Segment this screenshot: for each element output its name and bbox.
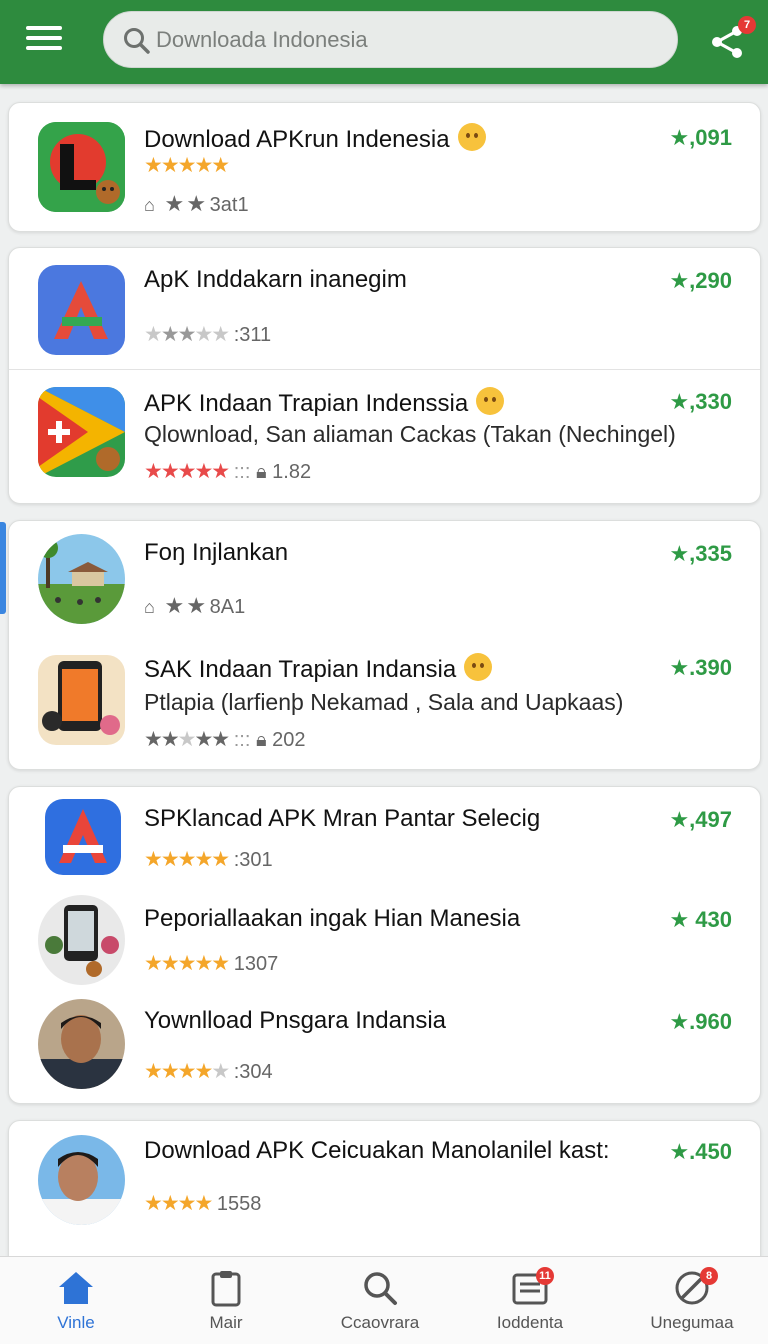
search-icon <box>124 28 150 54</box>
nav-label: Mair <box>209 1313 243 1332</box>
star-rating: ★★★★★ <box>144 952 230 975</box>
app-meta: 1.82 <box>272 461 312 483</box>
app-title: Foŋ Injlankan <box>144 539 289 566</box>
star-rating: ★★★★★ <box>144 728 230 751</box>
app-title: ApK Inddakarn inanegim <box>144 266 407 293</box>
app-meta: 8A1 <box>209 596 246 618</box>
star-rating: ★★★★★ <box>144 323 230 346</box>
search-icon <box>364 1272 397 1305</box>
app-rating: ★,091 <box>669 125 732 150</box>
star-rating: ★ ★ <box>160 593 207 618</box>
lock-icon: 🔒︎ <box>255 729 267 751</box>
app-rating: ★,335 <box>669 541 732 566</box>
app-subtitle: Ptlapia (larfienþ Nekamad , Sala and Uap… <box>144 689 624 715</box>
search-placeholder: Downloada Indonesia <box>156 27 368 52</box>
stats-icon: ⌂ <box>144 195 155 215</box>
app-card: SPKlancad APK Mran Pantar Selecig ★,497 … <box>8 786 761 1104</box>
app-meta: :311 <box>233 324 272 346</box>
app-card: Foŋ Injlankan ★,335 ⌂ ★ ★ 8A1 SAK Indaan… <box>8 520 761 770</box>
app-subtitle: Qlownload, San aliaman Cackas (Takan (Ne… <box>144 421 676 447</box>
app-list-item[interactable]: Yownlload Pnsgara Indansia ★.960 ★★★★★ :… <box>9 987 760 1105</box>
app-logo-icon <box>38 895 125 985</box>
nav-inbox[interactable]: 11 Ioddenta <box>460 1257 600 1344</box>
app-list-item[interactable]: Download APKrun Indenesia ★,091 ★★★★★ ⌂ … <box>9 103 760 233</box>
nav-explore[interactable]: 8 Unegumaa <box>622 1257 762 1344</box>
selected-indicator <box>0 522 6 614</box>
app-logo-icon <box>45 799 121 875</box>
app-list-item[interactable]: APK Indaan Trapian Indenssia ★,330 Qlown… <box>9 369 760 505</box>
nav-home[interactable]: Vinle <box>6 1257 146 1344</box>
star-rating: ★★★★★ <box>144 1060 230 1083</box>
app-card: Download APKrun Indenesia ★,091 ★★★★★ ⌂ … <box>8 102 761 232</box>
star-rating: ★★★★★ <box>144 154 230 177</box>
notification-badge: 7 <box>738 16 756 34</box>
app-title: Peporiallaakan ingak Hian Manesia <box>144 905 521 932</box>
app-logo-icon <box>38 387 125 477</box>
app-photo-icon <box>38 999 125 1089</box>
app-title: SAK Indaan Trapian Indansia <box>144 656 457 683</box>
app-rating: ★.450 <box>669 1139 732 1164</box>
app-meta: 3at1 <box>209 194 249 216</box>
nav-label: Ccaovrara <box>340 1313 420 1332</box>
app-rating: ★,290 <box>669 268 732 293</box>
star-rating: ★ ★ <box>160 191 207 216</box>
app-meta: 1307 <box>233 953 279 975</box>
bottom-navigation: Vinle Mair Ccaovrara 11 Ioddenta 8 Unegu… <box>0 1256 768 1344</box>
notification-badge: 8 <box>700 1267 718 1285</box>
app-rating: ★.960 <box>669 1009 732 1034</box>
app-title: SPKlancad APK Mran Pantar Selecig <box>144 805 541 832</box>
app-list-item[interactable]: Download APK Ceicuakan Manolanilel kast:… <box>9 1121 760 1241</box>
app-photo-icon <box>38 534 125 624</box>
nav-label: Ioddenta <box>496 1313 564 1332</box>
app-rating: ★ 430 <box>669 907 732 932</box>
nav-search[interactable]: Ccaovrara <box>310 1257 450 1344</box>
notification-badge: 11 <box>536 1267 554 1285</box>
app-meta: 202 <box>272 729 306 751</box>
star-rating: ★★★★★ <box>144 460 230 483</box>
smile-emoji-icon <box>457 123 486 151</box>
app-meta: :304 <box>233 1061 273 1083</box>
app-rating: ★,330 <box>669 389 732 414</box>
lock-icon: 🔒︎ <box>255 461 267 483</box>
app-list-item[interactable]: Peporiallaakan ingak Hian Manesia ★ 430 … <box>9 887 760 987</box>
search-input[interactable]: Downloada Indonesia <box>103 11 678 68</box>
app-card: ApK Inddakarn inanegim ★,290 ★★★★★ :311 … <box>8 247 761 504</box>
stats-icon: ⌂ <box>144 597 155 617</box>
nav-label: Vinle <box>57 1313 95 1332</box>
star-rating: ★★★★ <box>144 1192 213 1215</box>
app-title: Download APKrun Indenesia <box>144 126 450 153</box>
nav-label: Unegumaa <box>650 1313 734 1332</box>
app-meta: :301 <box>233 849 273 871</box>
smile-emoji-icon <box>464 653 493 681</box>
app-title: Download APK Ceicuakan Manolanilel kast: <box>144 1137 610 1164</box>
app-photo-icon <box>38 1135 125 1225</box>
app-rating: ★,497 <box>669 807 732 832</box>
app-meta: 1558 <box>216 1193 262 1215</box>
app-list-item[interactable]: SAK Indaan Trapian Indansia ★.390 Ptlapi… <box>9 633 760 771</box>
menu-icon[interactable] <box>24 22 64 58</box>
app-logo-icon <box>38 265 125 355</box>
star-rating: ★★★★★ <box>144 848 230 871</box>
home-icon <box>59 1272 93 1304</box>
clipboard-icon <box>211 1271 241 1307</box>
app-logo-icon <box>38 122 125 212</box>
app-list-item[interactable]: Foŋ Injlankan ★,335 ⌂ ★ ★ 8A1 <box>9 521 760 633</box>
smile-emoji-icon <box>476 387 505 415</box>
nav-mair[interactable]: Mair <box>156 1257 296 1344</box>
app-logo-icon <box>38 655 125 745</box>
app-title: Yownlload Pnsgara Indansia <box>144 1007 447 1034</box>
top-app-bar: Downloada Indonesia 7 <box>0 0 768 84</box>
app-rating: ★.390 <box>669 655 732 680</box>
app-list-item[interactable]: ApK Inddakarn inanegim ★,290 ★★★★★ :311 <box>9 248 760 369</box>
app-list-item[interactable]: SPKlancad APK Mran Pantar Selecig ★,497 … <box>9 787 760 887</box>
app-title: APK Indaan Trapian Indenssia <box>144 390 469 417</box>
